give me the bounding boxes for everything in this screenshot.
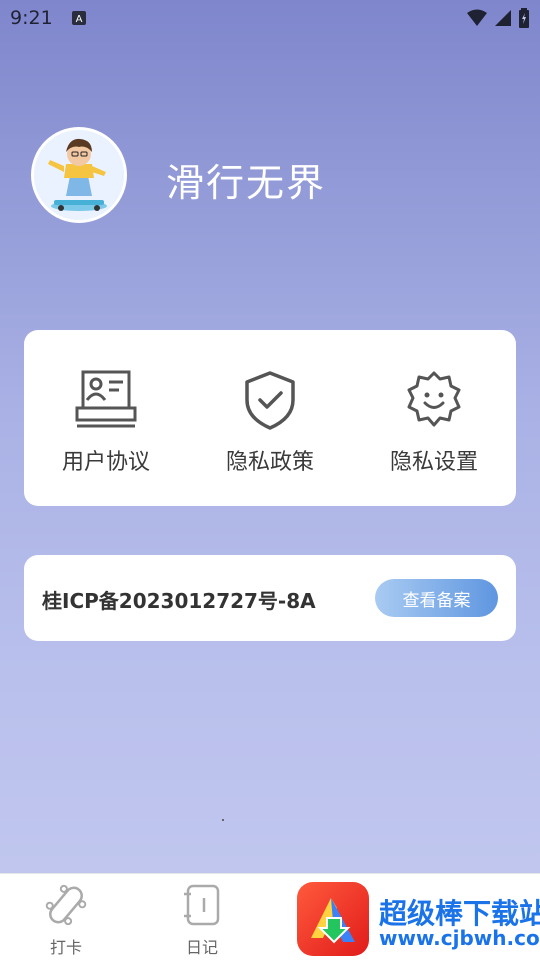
user-card-icon	[75, 370, 137, 428]
app-title: 滑行无界	[166, 161, 327, 205]
privacy-settings-link[interactable]: 隐私设置	[352, 370, 516, 480]
privacy-policy-link[interactable]: 隐私政策	[188, 370, 352, 480]
user-agreement-link[interactable]: 用户协议	[24, 370, 188, 480]
privacy-policy-label: 隐私政策	[225, 450, 314, 475]
skateboard-icon	[45, 884, 87, 926]
nav-item-checkin[interactable]: 打卡	[31, 882, 101, 958]
nav-label-diary: 日记	[185, 938, 218, 957]
skater-avatar-icon	[34, 130, 124, 220]
user-agreement-label: 用户协议	[61, 450, 150, 475]
privacy-settings-label: 隐私设置	[389, 450, 478, 475]
nav-item-diary[interactable]: 日记	[167, 882, 237, 958]
settings-links-card: 用户协议 隐私政策 隐私设置	[24, 330, 516, 506]
gear-smile-icon	[407, 371, 461, 427]
wifi-icon	[467, 9, 487, 26]
status-icons	[466, 8, 530, 28]
status-bar: 9:21 A	[0, 0, 540, 36]
download-logo-icon	[311, 898, 355, 944]
notebook-icon	[184, 884, 220, 926]
dot-artifact	[222, 819, 224, 821]
battery-icon	[519, 8, 529, 28]
watermark-logo	[297, 882, 369, 956]
icp-card: 桂ICP备2023012727号-8A 查看备案	[24, 555, 516, 641]
watermark: 超级棒下载站 www.cjbwh.com	[297, 880, 540, 960]
avatar[interactable]	[31, 127, 127, 223]
svg-text:A: A	[76, 14, 83, 25]
nav-label-checkin: 打卡	[49, 938, 82, 957]
view-record-button[interactable]: 查看备案	[375, 579, 498, 617]
signal-icon	[495, 10, 511, 26]
watermark-url: www.cjbwh.com	[379, 926, 540, 950]
shield-check-icon	[245, 371, 295, 430]
status-time: 9:21	[10, 7, 53, 29]
icp-number: 桂ICP备2023012727号-8A	[42, 589, 316, 613]
keyboard-a-icon: A	[72, 11, 86, 25]
